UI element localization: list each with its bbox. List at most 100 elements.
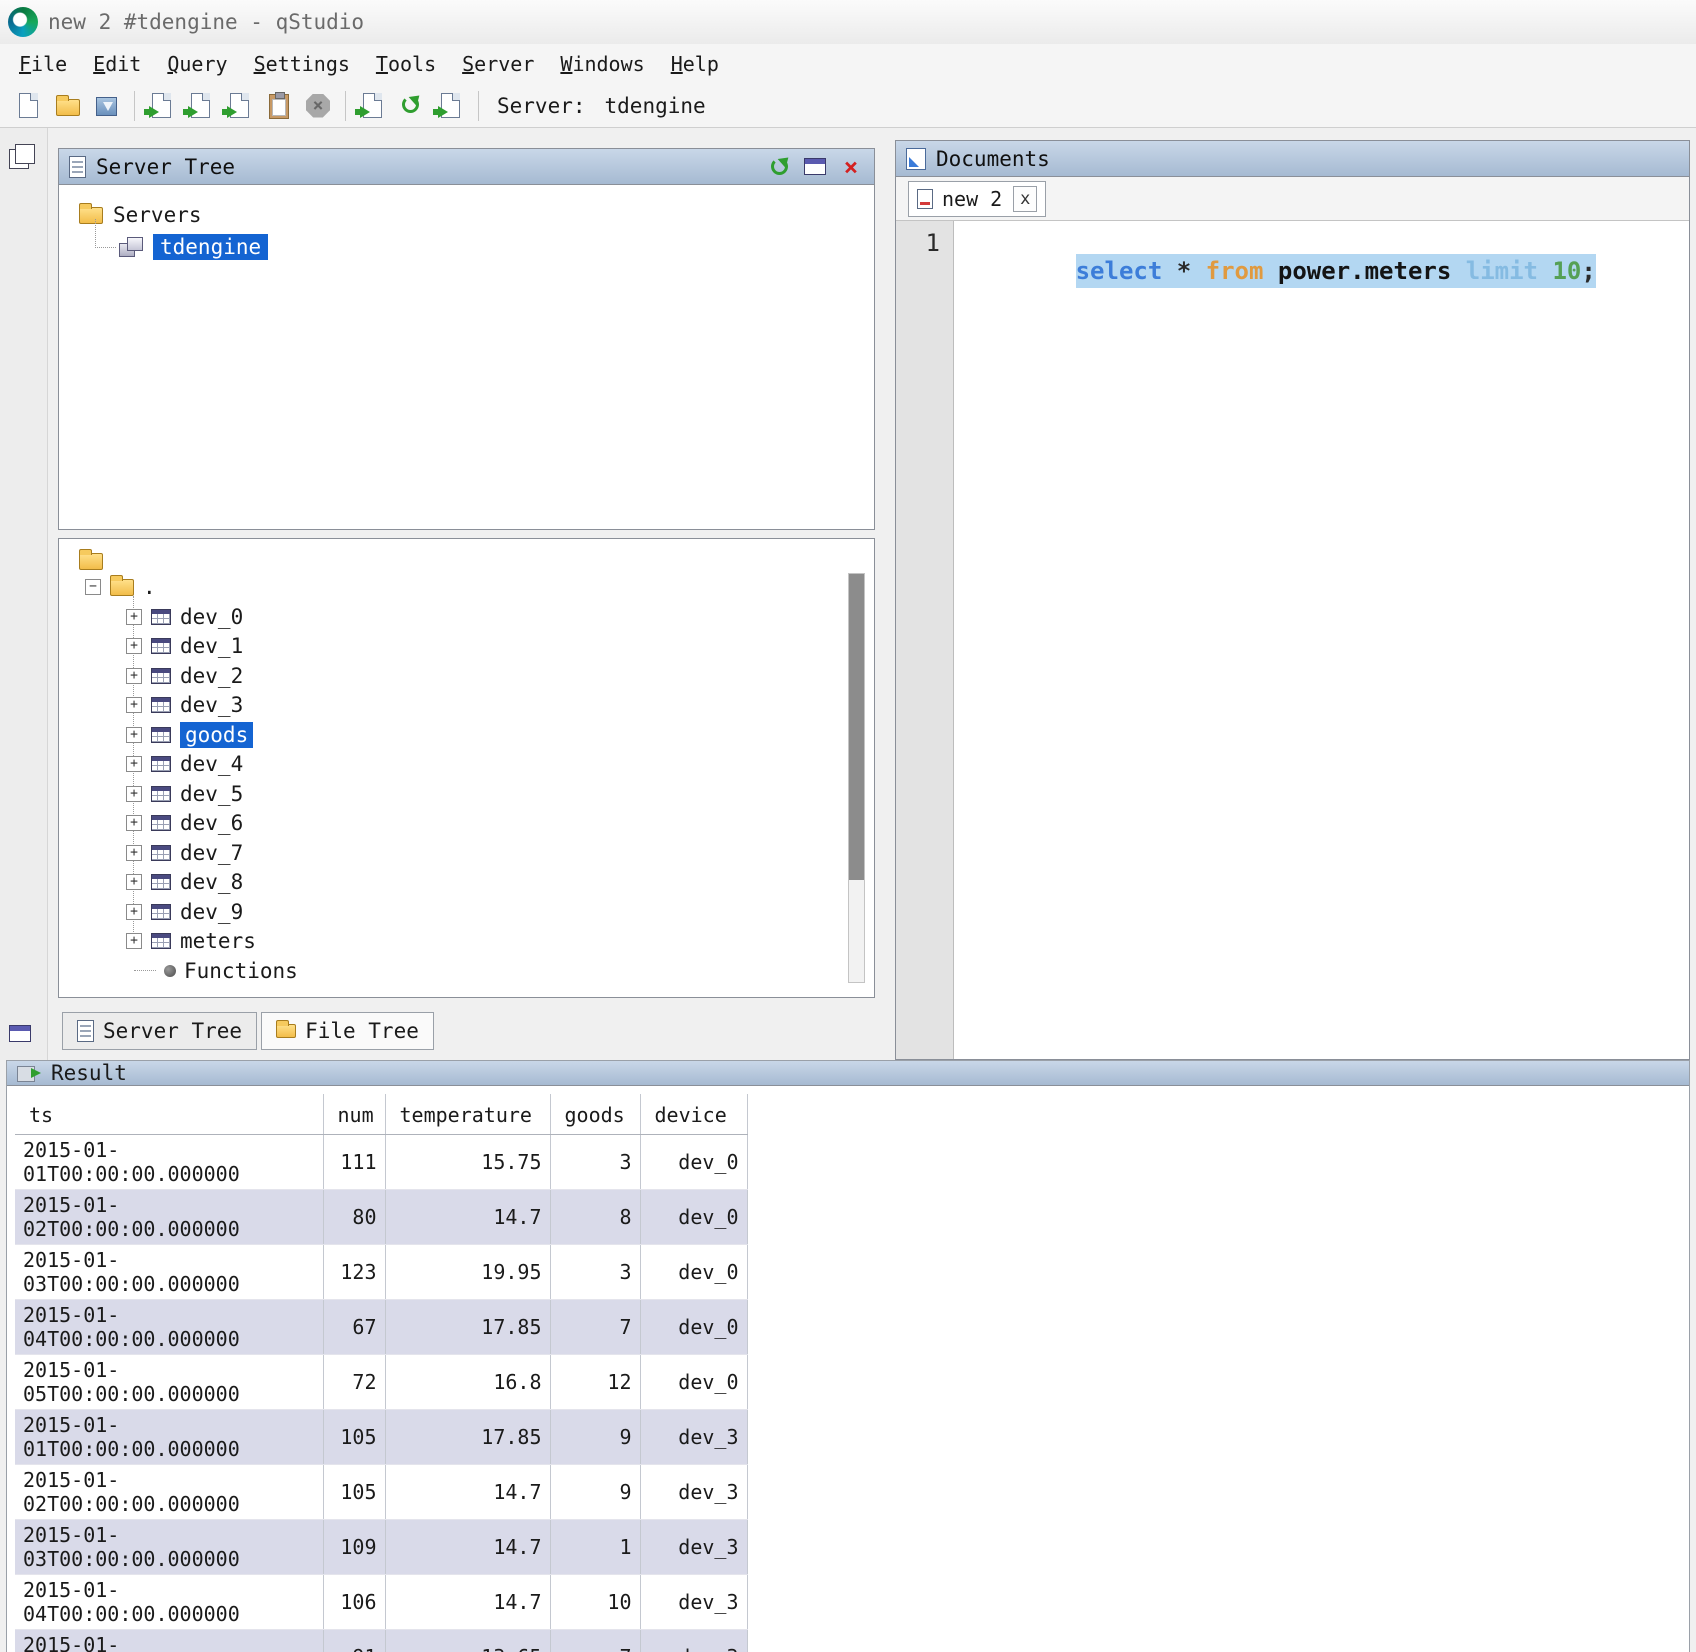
refresh-query-icon[interactable] <box>397 91 427 121</box>
expand-icon[interactable]: + <box>126 904 142 920</box>
collapse-icon[interactable]: − <box>85 579 101 595</box>
tree-item-dev_6[interactable]: + dev_6 <box>73 809 874 839</box>
menu-windows[interactable]: Windows <box>547 48 657 80</box>
tree-item-dev_3[interactable]: + dev_3 <box>73 691 874 721</box>
table-cell: 72 <box>323 1355 385 1410</box>
table-cell: 15.75 <box>385 1135 550 1190</box>
tree-item-dev_5[interactable]: +dev_5 <box>73 779 874 809</box>
expand-icon[interactable]: + <box>126 697 142 713</box>
expand-icon[interactable]: + <box>126 845 142 861</box>
expand-icon[interactable]: + <box>126 727 142 743</box>
tree-item-dev_4[interactable]: +dev_4 <box>73 750 874 780</box>
tab-file-tree[interactable]: File Tree <box>261 1012 434 1050</box>
table-cell: 14.7 <box>385 1520 550 1575</box>
table-icon <box>151 756 171 772</box>
code-area[interactable]: select * from power.meters limit 10; <box>954 221 1689 1059</box>
windows-stack-icon[interactable] <box>9 144 37 170</box>
table-row[interactable]: 2015-01-05T00:00:00.0000007216.812dev_0 <box>15 1355 747 1410</box>
cancel-query-icon[interactable] <box>303 91 333 121</box>
left-column: Server Tree × Servers tdengine − <box>48 128 881 1060</box>
tree-item-label: dev_6 <box>180 811 243 835</box>
expand-icon[interactable]: + <box>126 668 142 684</box>
menu-tools[interactable]: Tools <box>363 48 449 80</box>
column-header-ts[interactable]: ts <box>15 1094 323 1135</box>
column-header-num[interactable]: num <box>323 1094 385 1135</box>
table-row[interactable]: 2015-01-05T00:00:00.0000009113.657dev_3 <box>15 1630 747 1652</box>
table-cell: 17.85 <box>385 1300 550 1355</box>
menu-file[interactable]: File <box>6 48 80 80</box>
result-table: tsnumtemperaturegoodsdevice 2015-01-01T0… <box>15 1094 748 1652</box>
column-header-goods[interactable]: goods <box>550 1094 640 1135</box>
tree-item-label: dev_3 <box>180 693 243 717</box>
table-row[interactable]: 2015-01-03T00:00:00.00000010914.71dev_3 <box>15 1520 747 1575</box>
execute-line-icon[interactable] <box>186 91 216 121</box>
tree-item-goods[interactable]: +goods <box>73 720 874 750</box>
servers-root-label: Servers <box>113 203 202 227</box>
popout-window-icon[interactable] <box>802 154 828 180</box>
table-row[interactable]: 2015-01-04T00:00:00.00000010614.710dev_3 <box>15 1575 747 1630</box>
table-row[interactable]: 2015-01-04T00:00:00.0000006717.857dev_0 <box>15 1300 747 1355</box>
expand-icon[interactable]: + <box>126 756 142 772</box>
tree-scrollbar[interactable] <box>848 573 865 983</box>
expand-icon[interactable]: + <box>126 815 142 831</box>
table-cell: dev_0 <box>640 1355 747 1410</box>
server-tree-title: Server Tree <box>96 155 235 179</box>
execute-query-icon[interactable] <box>147 91 177 121</box>
window-icon[interactable] <box>9 1025 31 1042</box>
menu-server[interactable]: Server <box>449 48 547 80</box>
tree-item-dev_7[interactable]: +dev_7 <box>73 838 874 868</box>
toolbar-separator <box>134 91 135 121</box>
table-row[interactable]: 2015-01-01T00:00:00.00000011115.753dev_0 <box>15 1135 747 1190</box>
result-panel: Result tsnumtemperaturegoodsdevice 2015-… <box>6 1060 1690 1652</box>
tree-item-label: dev_1 <box>180 634 243 658</box>
table-row[interactable]: 2015-01-02T00:00:00.00000010514.79dev_3 <box>15 1465 747 1520</box>
tree-root-item[interactable]: − . <box>85 572 874 602</box>
expand-icon[interactable]: + <box>126 786 142 802</box>
tree-item-meters[interactable]: +meters <box>73 927 874 957</box>
expand-icon[interactable]: + <box>126 874 142 890</box>
menu-query[interactable]: Query <box>154 48 240 80</box>
execute-selection-icon[interactable] <box>225 91 255 121</box>
paste-icon[interactable] <box>264 91 294 121</box>
documents-icon <box>906 148 926 170</box>
export-result-icon[interactable] <box>436 91 466 121</box>
line-number: 1 <box>926 229 940 257</box>
tree-item-dev_2[interactable]: +dev_2 <box>73 661 874 691</box>
toolbar-separator <box>345 91 346 121</box>
scrollbar-thumb[interactable] <box>849 574 864 880</box>
tree-item-dev_0[interactable]: +dev_0 <box>73 602 874 632</box>
expand-icon[interactable]: + <box>126 638 142 654</box>
tree-item-dev_9[interactable]: +dev_9 <box>73 897 874 927</box>
refresh-icon[interactable] <box>766 154 792 180</box>
close-icon[interactable]: × <box>838 154 864 180</box>
table-icon <box>151 815 171 831</box>
new-file-icon[interactable] <box>14 91 44 121</box>
expand-icon[interactable]: + <box>126 609 142 625</box>
table-row[interactable]: 2015-01-01T00:00:00.00000010517.859dev_3 <box>15 1410 747 1465</box>
expand-icon[interactable]: + <box>126 933 142 949</box>
server-selector[interactable]: tdengine <box>605 94 706 118</box>
tree-item-functions[interactable]: Functions <box>73 956 874 986</box>
tree-item-dev_1[interactable]: + dev_1 <box>73 632 874 662</box>
tab-server-tree[interactable]: Server Tree <box>62 1012 257 1050</box>
column-header-temperature[interactable]: temperature <box>385 1094 550 1135</box>
save-file-icon[interactable] <box>92 91 122 121</box>
table-row[interactable]: 2015-01-03T00:00:00.00000012319.953dev_0 <box>15 1245 747 1300</box>
tree-item-tdengine[interactable]: tdengine <box>119 231 874 263</box>
table-cell: dev_0 <box>640 1245 747 1300</box>
table-row[interactable]: 2015-01-02T00:00:00.0000008014.78dev_0 <box>15 1190 747 1245</box>
menu-settings[interactable]: Settings <box>241 48 363 80</box>
column-header-device[interactable]: device <box>640 1094 747 1135</box>
table-cell: 7 <box>550 1300 640 1355</box>
tab-close-button[interactable]: x <box>1013 186 1037 212</box>
tree-item-dev_8[interactable]: +dev_8 <box>73 868 874 898</box>
tab-new-2[interactable]: new 2 x <box>908 181 1046 217</box>
table-icon <box>151 845 171 861</box>
menu-edit[interactable]: Edit <box>80 48 154 80</box>
open-file-icon[interactable] <box>53 91 83 121</box>
send-query-icon[interactable] <box>358 91 388 121</box>
tree-item-servers[interactable]: Servers <box>79 199 874 231</box>
table-cell: 14.7 <box>385 1465 550 1520</box>
sql-editor: 1 select * from power.meters limit 10; <box>896 221 1689 1059</box>
menu-help[interactable]: Help <box>658 48 732 80</box>
